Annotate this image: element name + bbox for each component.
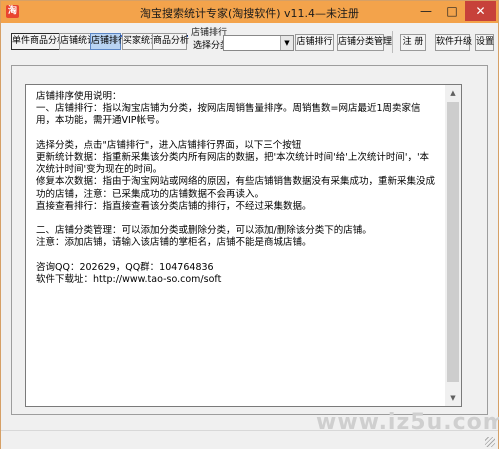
scroll-up-icon[interactable]: ▲ bbox=[445, 85, 461, 101]
group-label: 店铺排行 bbox=[191, 28, 228, 38]
register-button[interactable]: 注 册 bbox=[400, 34, 426, 51]
shop-rank-button[interactable]: 店铺排行 bbox=[295, 34, 334, 51]
toolbar: 单件商品分析 店铺统计 店铺排行 店铺排行 买家统计 商品分析 选择分类 ▼ 店… bbox=[1, 23, 498, 59]
single-product-analysis-button[interactable]: 单件商品分析 bbox=[11, 33, 66, 50]
shop-rank-tab[interactable]: 店铺排行 bbox=[90, 33, 127, 50]
category-manage-button[interactable]: 店铺分类管理 bbox=[337, 34, 392, 51]
maximize-icon[interactable]: □ bbox=[439, 1, 465, 21]
scroll-down-icon[interactable]: ▼ bbox=[445, 390, 461, 406]
scrollbar-thumb[interactable] bbox=[447, 102, 459, 382]
close-icon[interactable]: ✕ bbox=[465, 1, 496, 21]
app-window: 淘 淘宝搜索统计专家(淘搜软件) v11.4—未注册 — □ ✕ 单件商品分析 … bbox=[0, 0, 499, 449]
category-select[interactable]: ▼ bbox=[223, 35, 294, 51]
title-bar[interactable]: 淘 淘宝搜索统计专家(淘搜软件) v11.4—未注册 — □ ✕ bbox=[1, 1, 498, 23]
product-analysis-button[interactable]: 商品分析 bbox=[152, 33, 189, 50]
settings-button[interactable]: 设置 bbox=[475, 34, 494, 51]
instructions-text: 店铺排序使用说明： 一、店铺排行：指以淘宝店铺为分类，按网店周销售量排序。周销售… bbox=[36, 91, 436, 286]
resize-grip-icon[interactable] bbox=[485, 437, 495, 447]
upgrade-button[interactable]: 软件升级 bbox=[435, 34, 472, 51]
vertical-scrollbar[interactable]: ▲ ▼ bbox=[445, 84, 462, 407]
watermark: www.iz5u.com bbox=[316, 410, 499, 435]
toolbar-separator bbox=[392, 31, 393, 53]
minimize-icon[interactable]: — bbox=[413, 1, 439, 21]
chevron-down-icon[interactable]: ▼ bbox=[280, 36, 293, 50]
seller-stats-button[interactable]: 买家统计 bbox=[122, 33, 159, 50]
